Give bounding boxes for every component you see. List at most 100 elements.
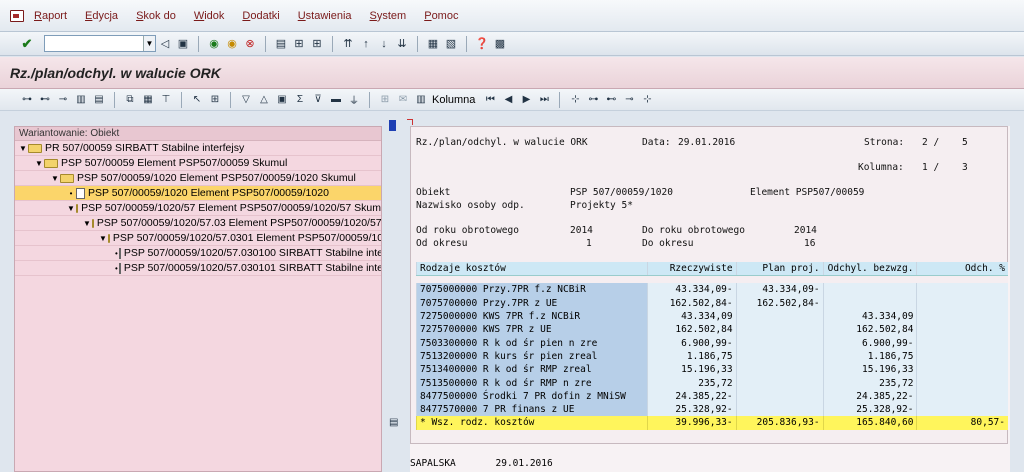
table-row[interactable]: 7075000000 Przy.7PR f.z NCBiR 43.334,09- 4…: [416, 283, 1008, 297]
last-column-icon[interactable]: ⏭: [536, 92, 552, 108]
total-row[interactable]: * Wsz. rodz. kosztów 39.996,33- 205.836,93…: [416, 416, 1008, 430]
expand-toggle-icon[interactable]: ▼: [51, 171, 59, 186]
col-variance-pct[interactable]: Odch. %: [916, 262, 1008, 276]
col-plan[interactable]: Plan proj.: [735, 262, 824, 276]
list-icon[interactable]: ▤: [389, 417, 401, 429]
page-value: 2 / 5: [922, 137, 968, 148]
last-page-icon[interactable]: ⇊: [394, 36, 410, 52]
subtotal-icon[interactable]: ▬: [328, 92, 344, 108]
col-cost-types[interactable]: Rodzaje kosztów: [416, 262, 648, 276]
detail-icon[interactable]: ⊞: [207, 92, 223, 108]
back-icon[interactable]: ◉: [206, 36, 222, 52]
filter-icon[interactable]: ⊽: [310, 92, 326, 108]
expand-toggle-icon[interactable]: ▼: [83, 216, 91, 231]
table-icon[interactable]: ▤: [91, 92, 107, 108]
table-row[interactable]: 7275700000 KWS 7PR z UE 162.502,84 162.502…: [416, 323, 1008, 337]
table-cell: [916, 309, 1008, 324]
command-field[interactable]: ▼: [44, 35, 156, 52]
table-row[interactable]: 8477500000 Środki 7 PR dofin z MNiSW 24.3…: [416, 389, 1008, 403]
table-row[interactable]: 7513200000 R kurs śr pien zreal 1.186,75 1…: [416, 349, 1008, 364]
stamp-icon[interactable]: ⊤: [158, 92, 174, 108]
save-icon[interactable]: ▣: [175, 36, 191, 52]
folder-icon: [28, 143, 42, 153]
column-icon[interactable]: ▥: [413, 92, 429, 108]
table-row[interactable]: 7075700000 Przy.7PR z UE 162.502,84- 162.5…: [416, 296, 1008, 310]
menu-system[interactable]: System: [370, 10, 407, 22]
first-column-icon[interactable]: ⏮: [482, 92, 498, 108]
find-icon[interactable]: ⊞: [291, 36, 307, 52]
expand-icon[interactable]: ⊹: [567, 92, 583, 108]
expand-toggle-icon[interactable]: ▼: [99, 231, 107, 246]
network-2-icon[interactable]: ⊷: [603, 92, 619, 108]
menu-ustawienia[interactable]: Ustawienia: [298, 10, 352, 22]
find-next-icon[interactable]: ⊞: [309, 36, 325, 52]
total-icon[interactable]: Σ: [292, 92, 308, 108]
menu-dodatki[interactable]: Dodatki: [242, 10, 279, 22]
sap-menu-icon[interactable]: [10, 9, 24, 22]
table-row[interactable]: 7513500000 R k od śr RMP n zre 235,72 235,…: [416, 376, 1008, 390]
mail-icon[interactable]: ✉: [395, 92, 411, 108]
prev-column-icon[interactable]: ◀: [500, 92, 516, 108]
copy-icon[interactable]: ⧉: [122, 92, 138, 108]
history-back-icon[interactable]: ◁: [157, 36, 173, 52]
next-column-icon[interactable]: ▶: [518, 92, 534, 108]
shortcut-icon[interactable]: ▧: [443, 36, 459, 52]
prev-page-icon[interactable]: ↑: [358, 36, 374, 52]
print-icon[interactable]: ▤: [273, 36, 289, 52]
tree-node-label: PR 507/00059 SIRBATT Stabilne interfejsy: [45, 141, 245, 154]
tree-node[interactable]: • PSP 507/00059/1020/57.030100 SIRBATT St…: [15, 246, 381, 261]
sort-desc-icon[interactable]: ▽: [238, 92, 254, 108]
col-actual[interactable]: Rzeczywiste: [646, 262, 737, 276]
toolbar-separator: [559, 91, 561, 108]
menu-edycja[interactable]: Edycja: [85, 10, 118, 22]
cancel-icon[interactable]: ⊗: [242, 36, 258, 52]
export-icon[interactable]: ⊞: [377, 92, 393, 108]
table-row[interactable]: 7275000000 KWS 7PR f.z NCBiR 43.334,09 43.…: [416, 309, 1008, 324]
first-page-icon[interactable]: ⇈: [340, 36, 356, 52]
exit-icon[interactable]: ◉: [224, 36, 240, 52]
tree-node[interactable]: ▼ PSP 507/00059/1020/57.03 Element PSP507…: [15, 216, 381, 231]
table-row[interactable]: 7503300000 R k od śr pien n zre 6.900,99-…: [416, 336, 1008, 350]
expand-toggle-icon[interactable]: ▼: [19, 141, 27, 156]
sort-asc-icon[interactable]: △: [256, 92, 272, 108]
tree-node[interactable]: • PSP 507/00059/1020 Element PSP507/00059…: [15, 186, 381, 201]
menu-skok-do[interactable]: Skok do: [136, 10, 176, 22]
network-4-icon[interactable]: ⊹: [639, 92, 655, 108]
funnel-icon[interactable]: ⏚: [346, 92, 362, 108]
enter-check-icon[interactable]: ✔: [19, 36, 35, 52]
od-okresu-label: Od okresu: [416, 238, 468, 249]
network-icon[interactable]: ⊶: [585, 92, 601, 108]
tree-node[interactable]: ▼ PSP 507/00059/1020/57 Element PSP507/00…: [15, 201, 381, 216]
tree-icon[interactable]: ⊷: [37, 92, 53, 108]
layout-menu-icon[interactable]: ▩: [492, 36, 508, 52]
folder-icon: [60, 173, 74, 183]
table-row[interactable]: 7513400000 R k od śr RMP zreal 15.196,33 1…: [416, 363, 1008, 377]
chart-icon[interactable]: ▣: [274, 92, 290, 108]
tree-node[interactable]: ▼ PSP 507/00059/1020/57.0301 Element PSP5…: [15, 231, 381, 246]
tree-node[interactable]: ▼ PSP 507/00059/1020 Element PSP507/00059…: [15, 171, 381, 186]
select-icon[interactable]: ↖: [189, 92, 205, 108]
total-cell: 165.840,60: [822, 416, 917, 430]
tree-expand-icon[interactable]: ⊸: [55, 92, 71, 108]
new-session-icon[interactable]: ▦: [425, 36, 441, 52]
col-variance[interactable]: Odchyl. bezwzg.: [822, 262, 917, 276]
expand-toggle-icon[interactable]: ▼: [67, 201, 75, 216]
chevron-down-icon[interactable]: ▼: [143, 36, 155, 51]
menu-widok[interactable]: Widok: [194, 10, 225, 22]
tree-node[interactable]: ▼ PR 507/00059 SIRBATT Stabilne interfejs…: [15, 141, 381, 156]
tree-node[interactable]: • PSP 507/00059/1020/57.030101 SIRBATT St…: [15, 261, 381, 276]
column-label[interactable]: Kolumna: [432, 94, 475, 106]
layout-icon[interactable]: ▥: [73, 92, 89, 108]
next-page-icon[interactable]: ↓: [376, 36, 392, 52]
network-3-icon[interactable]: ⊸: [621, 92, 637, 108]
expand-toggle-icon[interactable]: ▼: [35, 156, 43, 171]
help-icon[interactable]: ❓: [474, 36, 490, 52]
grid-icon[interactable]: ▦: [140, 92, 156, 108]
menu-pomoc[interactable]: Pomoc: [424, 10, 458, 22]
table-row[interactable]: 8477570000 7 PR finans z UE 25.328,92- 25.…: [416, 402, 1008, 417]
tree-node[interactable]: ▼ PSP 507/00059 Element PSP507/00059 Skum…: [15, 156, 381, 171]
table-cell: [735, 363, 824, 377]
menu-raport[interactable]: Raport: [34, 10, 67, 22]
tree-node-label: PSP 507/00059/1020 Element PSP507/00059/…: [88, 186, 329, 199]
hierarchy-icon[interactable]: ⊶: [19, 92, 35, 108]
